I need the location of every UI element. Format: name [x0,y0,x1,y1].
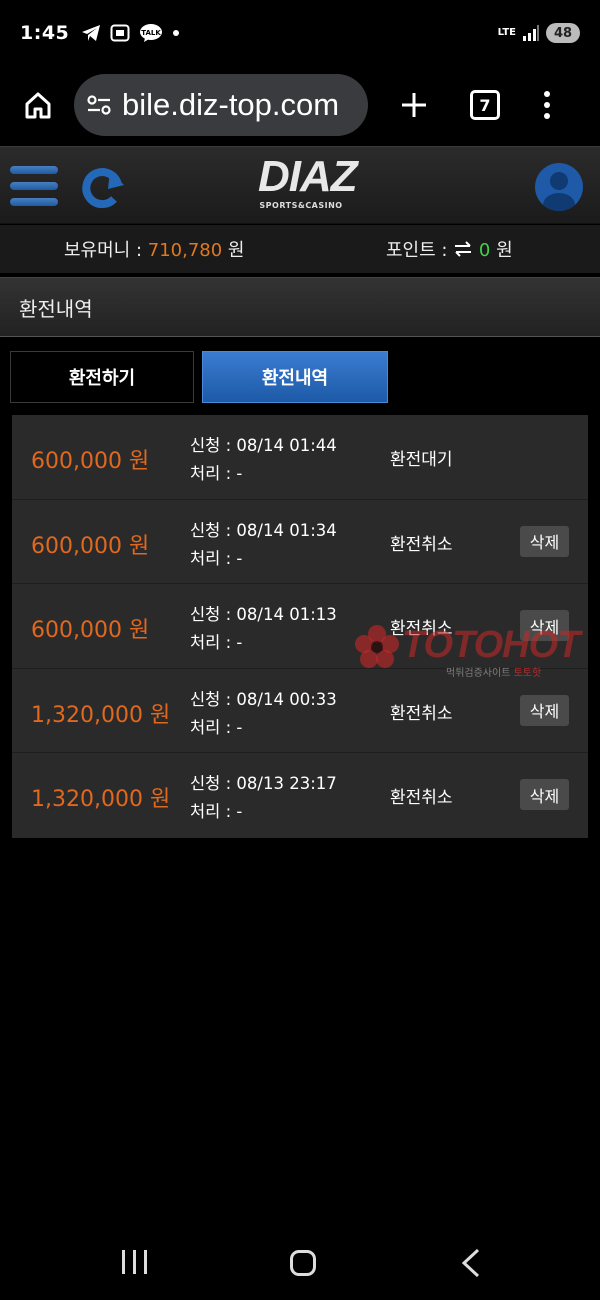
user-account-button[interactable] [535,163,583,211]
process-time: 처리 : - [190,464,243,483]
dates: 신청 : 08/13 23:17 처리 : - [190,770,337,826]
status-time: 1:45 [20,22,70,44]
money-balance: 보유머니 : 710,780 원 [64,236,244,262]
menu-bar [10,182,58,190]
dot-icon [173,30,180,36]
browser-home-button[interactable] [16,83,60,127]
url-text[interactable]: bile.diz-top.com [122,87,339,123]
amount: 600,000 원 [31,449,150,474]
status-text: 환전취소 [390,619,453,639]
dates: 신청 : 08/14 01:13 처리 : - [190,601,337,657]
delete-button[interactable]: 삭제 [520,525,569,557]
process-time: 처리 : - [190,802,243,821]
request-time: 신청 : 08/13 23:17 [190,774,337,793]
back-icon[interactable] [460,1248,482,1278]
dot [544,91,550,97]
delete-button[interactable]: 삭제 [520,779,569,810]
system-navigation-bar [0,1226,600,1300]
status-text: 환전대기 [390,450,453,470]
convert-icon[interactable] [453,241,473,257]
money-unit: 원 [222,240,245,261]
bar [144,1250,147,1274]
recent-apps-button[interactable] [122,1250,147,1274]
screenshot-icon [110,24,130,42]
browser-toolbar: bile.diz-top.com 7 [0,66,600,144]
bar [122,1250,125,1274]
notification-icons: TALK [81,23,180,43]
talk-icon: TALK [140,24,163,42]
request-time: 신청 : 08/14 00:33 [190,689,337,709]
money-label: 보유머니 : [64,240,148,261]
logo-text: DIAZ [258,152,358,201]
status-text: 환전취소 [390,703,453,724]
site-settings-icon[interactable] [86,94,112,116]
request-time: 신청 : 08/14 01:44 [190,436,337,455]
menu-bar [10,198,58,206]
point-label: 포인트 : [386,240,454,261]
battery-indicator: 48 [546,23,580,43]
home-icon [25,92,51,119]
logo-subtext: SPORTS&CASINO [259,201,343,210]
process-time: 처리 : - [190,633,243,652]
exchange-history-list: 600,000 원 신청 : 08/14 01:44 처리 : - 환전대기 6… [12,415,588,838]
site-logo[interactable]: DIAZ SPORTS&CASINO [258,152,358,219]
list-item: 600,000 원 신청 : 08/14 01:44 처리 : - 환전대기 [12,415,588,500]
refresh-icon[interactable] [78,163,126,211]
money-value: 710,780 [147,240,223,261]
process-time: 처리 : - [190,717,243,737]
request-time: 신청 : 08/14 01:13 [190,605,337,624]
home-button[interactable] [290,1250,316,1276]
network-type: LTE [497,27,516,38]
balance-bar: 보유머니 : 710,780 원 포인트 : 0 원 [0,225,600,273]
user-icon [543,172,575,211]
amount: 1,320,000 원 [31,702,171,728]
hamburger-menu-button[interactable] [10,166,58,206]
menu-bar [10,166,58,174]
amount: 1,320,000 원 [31,787,171,812]
list-item: 1,320,000 원 신청 : 08/14 00:33 처리 : - 환전취소… [12,669,588,753]
telegram-icon [82,25,101,41]
signal-icon [523,25,539,41]
tab-switcher-button[interactable]: 7 [470,90,500,120]
list-item: 600,000 원 신청 : 08/14 01:13 처리 : - 환전취소 삭… [12,584,588,669]
system-icons: LTE 48 [498,23,580,43]
plus-icon [402,93,426,117]
list-item: 600,000 원 신청 : 08/14 01:34 처리 : - 환전취소 삭… [12,500,588,584]
status-text: 환전취소 [390,788,453,808]
amount: 600,000 원 [31,618,150,643]
dates: 신청 : 08/14 01:44 처리 : - [190,432,337,488]
list-item: 1,320,000 원 신청 : 08/13 23:17 처리 : - 환전취소… [12,753,588,838]
dates: 신청 : 08/14 00:33 처리 : - [190,686,337,742]
site-header: DIAZ SPORTS&CASINO [0,146,600,224]
bar [133,1250,136,1274]
point-value: 0 [478,240,491,261]
new-tab-button[interactable] [394,85,434,125]
more-menu-button[interactable] [544,91,550,119]
page-title: 환전내역 [0,277,600,337]
address-bar[interactable]: bile.diz-top.com [74,74,368,136]
dot [544,102,550,108]
delete-button[interactable]: 삭제 [520,610,569,641]
amount: 600,000 원 [31,533,150,559]
tab-exchange[interactable]: 환전하기 [10,351,194,403]
dot [544,113,550,119]
status-bar: 1:45 TALK LTE 48 [0,0,600,66]
delete-button[interactable]: 삭제 [520,694,569,726]
process-time: 처리 : - [190,548,243,568]
svg-text:TALK: TALK [141,29,161,37]
status-text: 환전취소 [390,534,453,555]
point-unit: 원 [490,240,513,261]
point-balance: 포인트 : 0 원 [386,236,513,262]
request-time: 신청 : 08/14 01:34 [190,520,337,540]
tab-exchange-history[interactable]: 환전내역 [202,351,388,403]
dates: 신청 : 08/14 01:34 처리 : - [190,517,337,573]
